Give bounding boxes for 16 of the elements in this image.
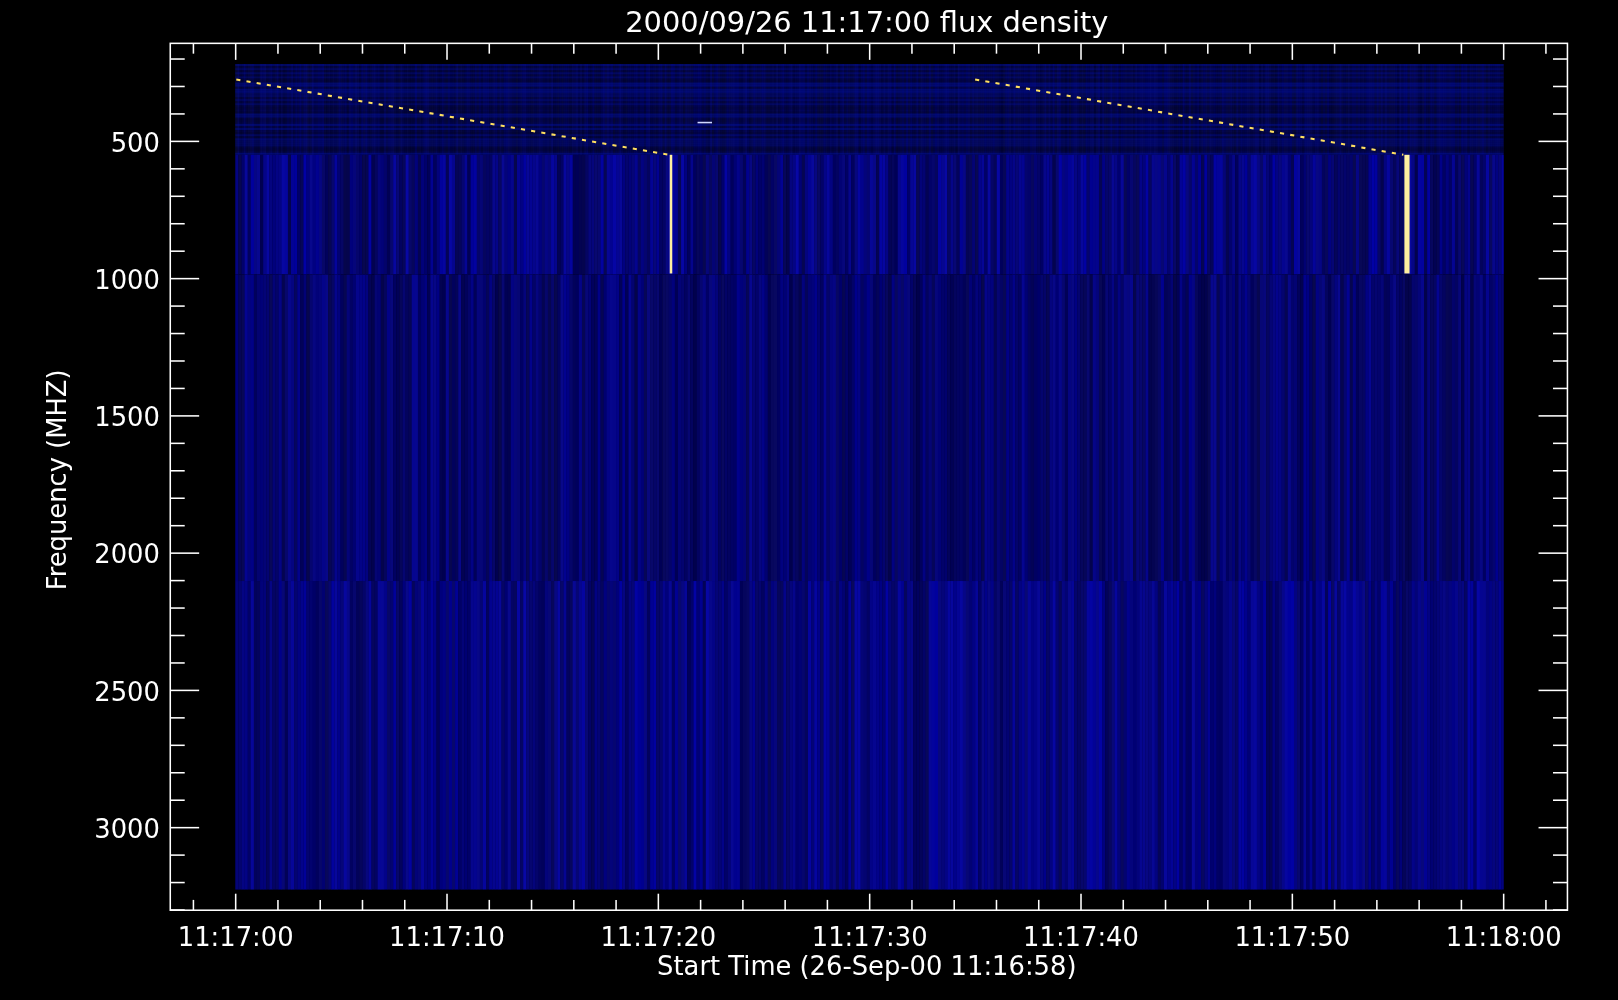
tick-label: 11:17:30 — [811, 922, 928, 953]
tick-label: 11:17:40 — [1023, 922, 1139, 953]
tick-label: 11:17:10 — [389, 922, 505, 953]
chart-title: 2000/09/26 11:17:00 flux density — [625, 5, 1109, 39]
tick-label: 2500 — [94, 676, 160, 707]
tick-label: 11:17:50 — [1234, 922, 1351, 953]
tick-label: 3000 — [94, 814, 160, 844]
tick-label: 2000 — [94, 539, 160, 570]
axis-label: Start Time (26-Sep-00 11:16:58) — [657, 951, 1077, 982]
tick-label: 11:17:20 — [600, 922, 717, 953]
tick-label: 1500 — [94, 402, 160, 433]
tick-label: 1000 — [94, 264, 160, 295]
tick-label: 11:17:00 — [177, 922, 294, 953]
tick-label: 11:18:00 — [1445, 922, 1562, 953]
axis-label: Frequency (MHZ) — [42, 369, 73, 591]
tick-label: 500 — [110, 127, 160, 158]
